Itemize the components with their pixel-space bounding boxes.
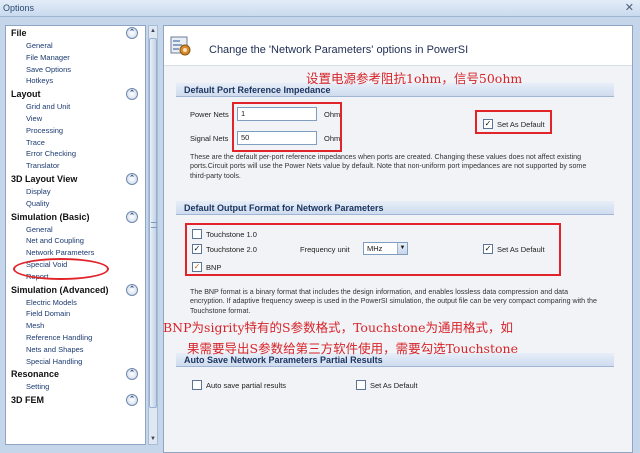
nav-section-title: Simulation (Basic) <box>11 211 90 222</box>
nav-section-title: 3D FEM <box>11 395 45 406</box>
auto-save-checkbox[interactable] <box>192 380 202 390</box>
page-title: Change the 'Network Parameters' options … <box>209 44 469 56</box>
nav-scrollbar[interactable]: ▲ ▼ <box>148 25 158 445</box>
output-format-highlight <box>185 223 561 276</box>
chevron-up-icon[interactable]: ⌃ <box>126 88 138 101</box>
chevron-up-icon[interactable]: ⌃ <box>126 172 138 185</box>
nav-item[interactable]: File Manager <box>26 52 145 64</box>
nav-section-header[interactable]: Resonance ⌃ <box>6 367 145 381</box>
nav-section: Layout ⌃ Grid and Unit View Processing Trace E… <box>6 87 145 172</box>
nav-item[interactable]: Electric Models <box>26 297 145 309</box>
bnp-annotation-line1: BNP为sigrity特有的S参数格式，Touchstone为通用格式，如 <box>163 320 513 335</box>
nav-section-title: Resonance <box>11 369 60 380</box>
nav-item[interactable]: Trace <box>26 137 145 149</box>
nav-item[interactable]: Reference Handling <box>26 332 145 344</box>
nav-section-title: File <box>11 28 27 38</box>
impedance-inputs-highlight <box>232 102 342 152</box>
nav-item[interactable]: Grid and Unit <box>26 101 145 113</box>
close-icon[interactable]: ✕ <box>625 1 634 14</box>
scroll-up-icon[interactable]: ▲ <box>149 26 157 36</box>
nav-item[interactable]: Save Options <box>26 64 145 76</box>
bnp-description: The BNP format is a binary format that i… <box>190 288 597 315</box>
page-header: Change the 'Network Parameters' options … <box>164 26 632 66</box>
impedance-default-highlight <box>475 110 552 134</box>
nav-section-title: Simulation (Advanced) <box>11 284 109 295</box>
nav-section: Simulation (Advanced) ⌃ Electric Models Fie… <box>6 283 145 368</box>
nav-item[interactable]: Setting <box>26 381 145 393</box>
grip-icon <box>151 222 157 228</box>
signal-nets-label: Signal Nets <box>190 134 229 143</box>
nav-section-title: Layout <box>11 89 41 100</box>
chevron-up-icon[interactable]: ⌃ <box>126 27 138 39</box>
chevron-up-icon[interactable]: ⌃ <box>126 394 138 407</box>
auto-save-set-default-label: Set As Default <box>370 381 418 390</box>
nav-section-header[interactable]: File ⌃ <box>6 26 145 40</box>
nav-item[interactable]: Processing <box>26 125 145 137</box>
port-ref-description: These are the default per-port reference… <box>190 153 587 180</box>
options-nav-panel: File ⌃ General File Manager Save Options Hotk… <box>5 25 146 445</box>
nav-item[interactable]: General <box>26 40 145 52</box>
nav-section: 3D Layout View ⌃ Display Quality <box>6 172 145 210</box>
network-parameters-icon <box>170 36 191 56</box>
auto-save-set-default-checkbox[interactable] <box>356 380 366 390</box>
nav-section: Resonance ⌃ Setting <box>6 367 145 393</box>
bnp-annotation-line2: 果需要导出S参数给第三方软件使用，需要勾选Touchstone <box>187 341 518 356</box>
nav-item[interactable]: Net and Coupling <box>26 235 145 247</box>
nav-item[interactable]: Quality <box>26 198 145 210</box>
nav-item[interactable]: Nets and Shapes <box>26 344 145 356</box>
nav-section-header[interactable]: Simulation (Basic) ⌃ <box>6 210 145 224</box>
nav-item[interactable]: Mesh <box>26 320 145 332</box>
chevron-up-icon[interactable]: ⌃ <box>126 368 138 381</box>
nav-section-header[interactable]: 3D FEM ⌃ <box>6 393 145 407</box>
window-title: Options <box>3 3 35 13</box>
auto-save-label: Auto save partial results <box>206 381 287 390</box>
nav-item[interactable]: Error Checking <box>26 148 145 160</box>
nav-item[interactable]: Network Parameters <box>26 247 145 259</box>
nav-item[interactable]: Field Domain <box>26 308 145 320</box>
nav-item[interactable]: General <box>26 224 145 236</box>
nav-item[interactable]: Special Handling <box>26 356 145 368</box>
nav-item[interactable]: View <box>26 113 145 125</box>
nav-section-header[interactable]: 3D Layout View ⌃ <box>6 172 145 186</box>
impedance-annotation: 设置电源参考阻抗1ohm，信号50ohm <box>306 71 523 86</box>
nav-item[interactable]: Display <box>26 186 145 198</box>
chevron-up-icon[interactable]: ⌃ <box>126 283 138 296</box>
nav-item[interactable]: Hotkeys <box>26 75 145 87</box>
scroll-thumb[interactable] <box>149 38 157 408</box>
network-parameters-highlight <box>13 258 109 280</box>
power-nets-label: Power Nets <box>190 110 229 119</box>
nav-section: File ⌃ General File Manager Save Options Hotk… <box>6 26 145 87</box>
chevron-up-icon[interactable]: ⌃ <box>126 210 138 223</box>
nav-section-header[interactable]: Simulation (Advanced) ⌃ <box>6 283 145 297</box>
nav-section: 3D FEM ⌃ <box>6 393 145 407</box>
window-titlebar: Options ✕ <box>0 0 640 17</box>
nav-item[interactable]: Translator <box>26 160 145 172</box>
nav-section-header[interactable]: Layout ⌃ <box>6 87 145 101</box>
nav-section-title: 3D Layout View <box>11 173 78 184</box>
scroll-down-icon[interactable]: ▼ <box>149 434 157 444</box>
output-format-heading: Default Output Format for Network Parame… <box>176 201 614 215</box>
